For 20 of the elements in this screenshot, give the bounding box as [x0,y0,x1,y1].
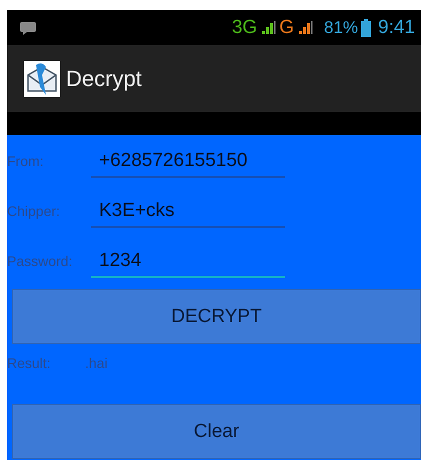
decrypt-button[interactable]: DECRYPT [12,289,421,344]
battery-percent: 81% [324,18,358,38]
field-label: Chipper: [7,203,61,221]
signal-icon [260,20,276,36]
input-field[interactable]: 1234 [91,250,285,278]
field-label: Password: [7,253,74,271]
signal-icon [296,20,313,36]
result-value: .hai [85,355,108,371]
result-label: Result: [7,355,52,371]
input-field[interactable]: +6285726155150 [91,150,285,178]
chat-icon [19,20,37,36]
app-title: Decrypt [66,66,142,92]
clear-button[interactable]: Clear [12,404,421,459]
clock: 9:41 [378,16,415,38]
envelope-icon [24,60,60,96]
input-field[interactable]: K3E+cks [91,200,285,228]
battery-icon [361,18,372,36]
network-type: 3G [232,16,258,38]
network-type: G [279,16,294,38]
field-label: From: [7,153,45,171]
